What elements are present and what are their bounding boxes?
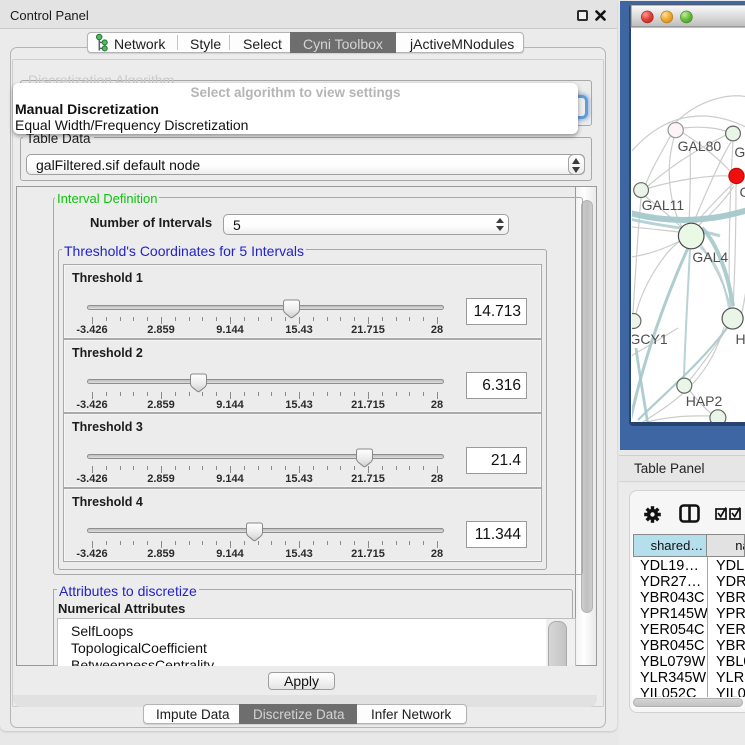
svg-text:HAP2: HAP2 — [686, 393, 723, 409]
svg-text:H: H — [736, 331, 745, 347]
svg-text:GA: GA — [734, 144, 745, 160]
svg-text:GAL80: GAL80 — [678, 138, 722, 154]
svg-text:GCY1: GCY1 — [630, 331, 668, 347]
svg-text:GAL4: GAL4 — [692, 249, 728, 265]
svg-text:C: C — [740, 184, 745, 200]
svg-text:GAL11: GAL11 — [642, 197, 685, 213]
